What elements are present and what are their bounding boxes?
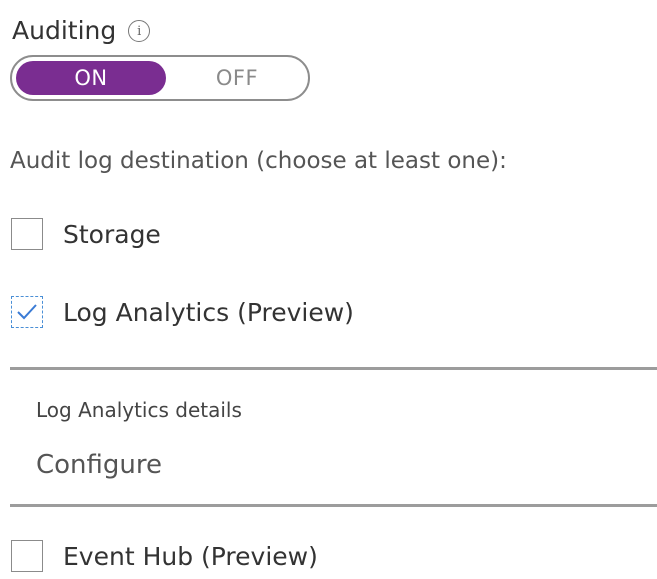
storage-checkbox[interactable] <box>11 218 43 250</box>
toggle-on-option[interactable]: ON <box>16 61 166 95</box>
log-analytics-checkbox[interactable] <box>11 296 43 328</box>
storage-label: Storage <box>63 219 161 249</box>
log-analytics-label: Log Analytics (Preview) <box>63 297 354 327</box>
auditing-toggle[interactable]: ON OFF <box>10 55 310 101</box>
configure-link[interactable]: Configure <box>36 450 162 480</box>
storage-option[interactable]: Storage <box>11 216 161 252</box>
event-hub-checkbox[interactable] <box>11 540 43 572</box>
checkmark-icon <box>17 304 37 320</box>
divider-bottom <box>10 504 657 507</box>
event-hub-label: Event Hub (Preview) <box>63 541 318 571</box>
info-icon[interactable]: i <box>128 20 151 42</box>
event-hub-option[interactable]: Event Hub (Preview) <box>11 538 318 574</box>
toggle-off-option[interactable]: OFF <box>168 61 306 95</box>
auditing-label: Auditing <box>12 15 117 45</box>
audit-destination-label: Audit log destination (choose at least o… <box>10 148 507 174</box>
auditing-header: Auditing i <box>12 10 151 50</box>
divider-top <box>10 367 657 370</box>
log-analytics-details-label: Log Analytics details <box>36 398 242 422</box>
auditing-panel: Auditing i ON OFF Audit log destination … <box>0 0 657 579</box>
log-analytics-option[interactable]: Log Analytics (Preview) <box>11 294 354 330</box>
